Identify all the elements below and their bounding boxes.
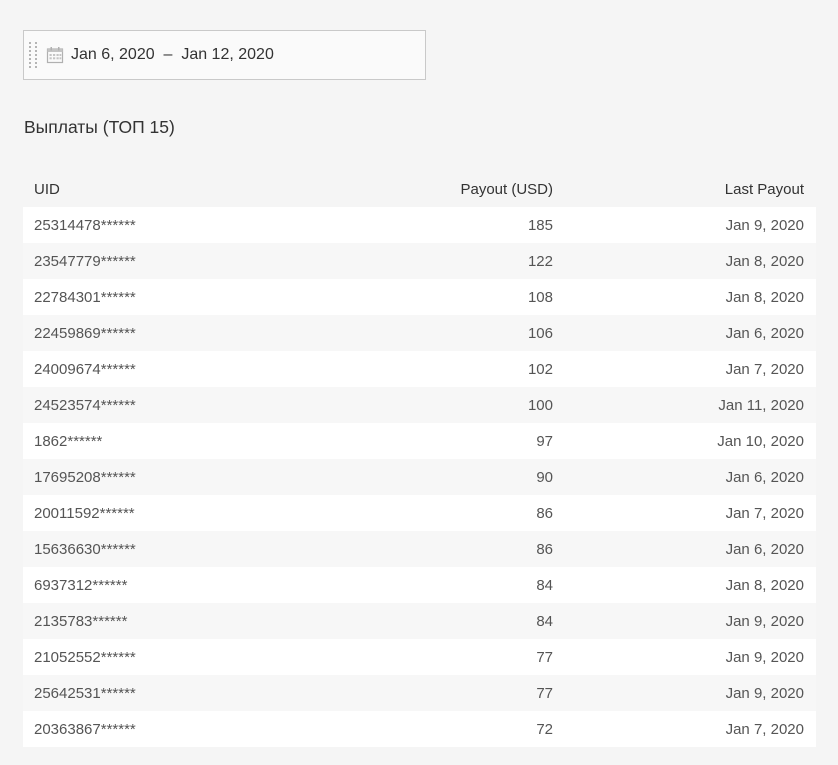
cell-payout: 106 xyxy=(527,324,553,342)
date-range-separator: – xyxy=(163,46,173,63)
cell-last-payout: Jan 9, 2020 xyxy=(725,684,804,702)
header-last-payout[interactable]: Last Payout xyxy=(553,181,816,198)
cell-uid: 6937312****** xyxy=(34,576,128,594)
table-row: 1862****** 97 Jan 10, 2020 xyxy=(23,423,816,459)
cell-last-payout: Jan 9, 2020 xyxy=(725,612,804,630)
cell-uid: 20363867****** xyxy=(34,720,136,738)
calendar-icon xyxy=(46,47,64,64)
date-range-start: Jan 6, 2020 xyxy=(71,46,155,63)
cell-uid: 20011592****** xyxy=(34,504,135,522)
cell-uid: 22459869****** xyxy=(34,324,136,342)
table-row: 24009674****** 102 Jan 7, 2020 xyxy=(23,351,816,387)
cell-last-payout: Jan 8, 2020 xyxy=(725,576,804,594)
header-payout[interactable]: Payout (USD) xyxy=(353,181,553,198)
cell-payout: 90 xyxy=(536,468,553,486)
cell-last-payout: Jan 8, 2020 xyxy=(725,252,804,270)
cell-last-payout: Jan 11, 2020 xyxy=(718,396,804,414)
cell-payout: 185 xyxy=(527,216,553,234)
cell-last-payout: Jan 7, 2020 xyxy=(725,504,804,522)
cell-last-payout: Jan 8, 2020 xyxy=(725,288,804,306)
table-row: 20363867****** 72 Jan 7, 2020 xyxy=(23,711,816,747)
cell-uid: 25314478****** xyxy=(34,216,136,234)
cell-payout: 77 xyxy=(536,648,553,666)
cell-uid: 21052552****** xyxy=(34,648,136,666)
cell-uid: 15636630****** xyxy=(34,540,136,558)
cell-last-payout: Jan 7, 2020 xyxy=(725,720,804,738)
table-row: 22784301****** 108 Jan 8, 2020 xyxy=(23,279,816,315)
cell-uid: 25642531****** xyxy=(34,684,136,702)
cell-uid: 1862****** xyxy=(34,432,103,450)
table-row: 6937312****** 84 Jan 8, 2020 xyxy=(23,567,816,603)
cell-payout: 108 xyxy=(527,288,553,306)
cell-payout: 100 xyxy=(527,396,553,414)
table-row: 25642531****** 77 Jan 9, 2020 xyxy=(23,675,816,711)
cell-payout: 86 xyxy=(536,540,553,558)
table-row: 2135783****** 84 Jan 9, 2020 xyxy=(23,603,816,639)
cell-uid: 23547779****** xyxy=(34,252,136,270)
cell-last-payout: Jan 6, 2020 xyxy=(725,540,804,558)
cell-payout: 84 xyxy=(536,576,553,594)
cell-payout: 122 xyxy=(527,252,553,270)
cell-last-payout: Jan 6, 2020 xyxy=(725,324,804,342)
report-page: Jan 6, 2020 – Jan 12, 2020 Выплаты (ТОП … xyxy=(0,0,838,765)
cell-payout: 102 xyxy=(527,360,553,378)
table-row: 21052552****** 77 Jan 9, 2020 xyxy=(23,639,816,675)
table-row: 17695208****** 90 Jan 6, 2020 xyxy=(23,459,816,495)
cell-payout: 97 xyxy=(536,432,553,450)
cell-payout: 86 xyxy=(536,504,553,522)
cell-last-payout: Jan 10, 2020 xyxy=(717,432,804,450)
cell-last-payout: Jan 7, 2020 xyxy=(725,360,804,378)
table-row: 15636630****** 86 Jan 6, 2020 xyxy=(23,531,816,567)
cell-uid: 2135783****** xyxy=(34,612,128,630)
payouts-table: UID Payout (USD) Last Payout 25314478***… xyxy=(23,171,816,747)
date-range-picker[interactable]: Jan 6, 2020 – Jan 12, 2020 xyxy=(23,30,426,80)
table-row: 22459869****** 106 Jan 6, 2020 xyxy=(23,315,816,351)
cell-uid: 22784301****** xyxy=(34,288,136,306)
table-row: 20011592****** 86 Jan 7, 2020 xyxy=(23,495,816,531)
cell-payout: 84 xyxy=(536,612,553,630)
cell-uid: 24009674****** xyxy=(34,360,136,378)
cell-uid: 24523574****** xyxy=(34,396,136,414)
table-row: 24523574****** 100 Jan 11, 2020 xyxy=(23,387,816,423)
section-title: Выплаты (ТОП 15) xyxy=(24,117,175,137)
table-row: 23547779****** 122 Jan 8, 2020 xyxy=(23,243,816,279)
cell-uid: 17695208****** xyxy=(34,468,136,486)
header-uid[interactable]: UID xyxy=(23,181,353,198)
cell-payout: 72 xyxy=(536,720,553,738)
table-row: 25314478****** 185 Jan 9, 2020 xyxy=(23,207,816,243)
date-range-end: Jan 12, 2020 xyxy=(181,46,274,63)
cell-last-payout: Jan 6, 2020 xyxy=(725,468,804,486)
drag-handle-icon[interactable] xyxy=(29,41,38,68)
table-header: UID Payout (USD) Last Payout xyxy=(23,171,816,207)
cell-last-payout: Jan 9, 2020 xyxy=(725,216,804,234)
cell-last-payout: Jan 9, 2020 xyxy=(725,648,804,666)
cell-payout: 77 xyxy=(536,684,553,702)
